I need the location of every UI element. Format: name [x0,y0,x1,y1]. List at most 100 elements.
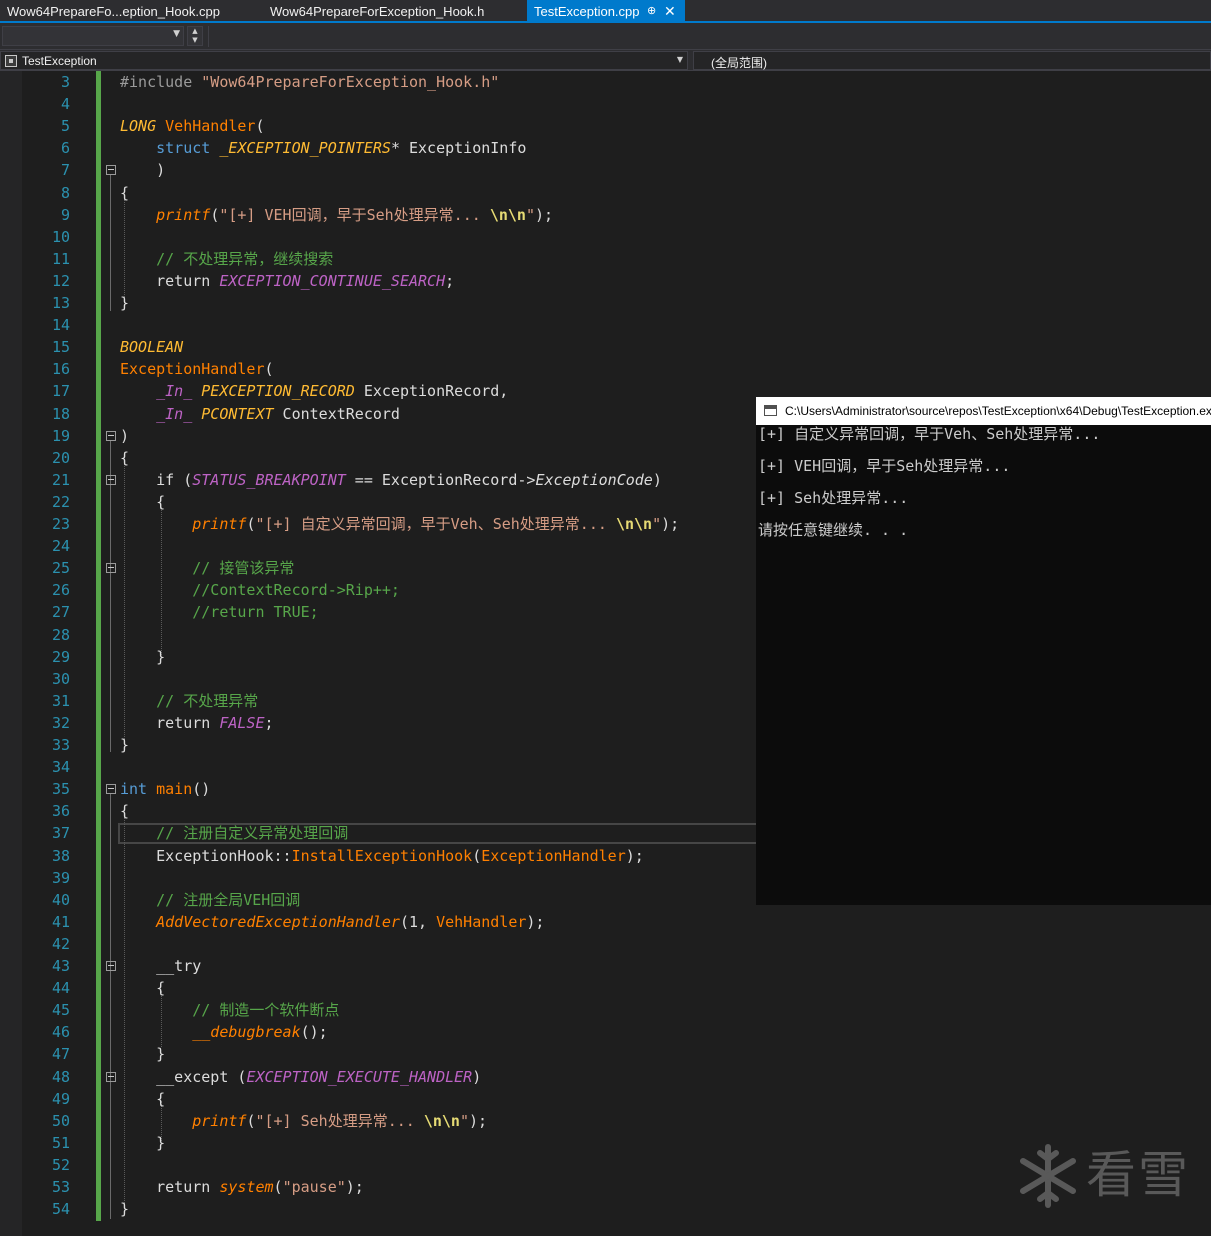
code-line[interactable]: 30 [0,668,760,690]
code-line[interactable]: 35 int main() [0,778,760,800]
code-token: AddVectoredExceptionHandler [156,912,400,931]
code-line[interactable]: 4 [0,93,760,115]
code-line[interactable]: 34 [0,756,760,778]
collapse-icon[interactable] [106,961,116,971]
line-number: 32 [51,713,70,732]
collapse-icon[interactable] [106,474,116,485]
chevron-up-icon: ▲ [192,27,198,35]
code-line[interactable]: 24 [0,535,760,557]
code-line[interactable]: 33} [0,734,760,756]
collapse-icon[interactable] [106,165,116,176]
code-line[interactable]: 12 return EXCEPTION_CONTINUE_SEARCH; [0,270,760,292]
code-line[interactable]: 17 _In_ PEXCEPTION_RECORD ExceptionRecor… [0,380,760,402]
code-line[interactable]: 41 AddVectoredExceptionHandler(1, VehHan… [0,911,760,933]
code-line[interactable]: 32 return FALSE; [0,712,760,734]
code-text: { [120,1088,165,1110]
code-token: ExceptionHook [156,846,274,865]
code-line[interactable]: 44 { [0,977,760,999]
code-line[interactable]: 51 } [0,1132,760,1154]
code-line[interactable]: 52 [0,1154,760,1176]
code-line[interactable]: 20 { [0,447,760,469]
line-number: 7 [60,161,70,180]
close-icon[interactable]: ✕ [664,0,676,23]
toolbar-dropdown[interactable]: ▼ [2,26,184,46]
code-line[interactable]: 47 } [0,1043,760,1065]
scope-dropdown[interactable]: (全局范围) [693,51,1211,70]
code-line[interactable]: 9 printf("[+] VEH回调，早于Seh处理异常... \n\n"); [0,204,760,226]
code-line[interactable]: 48 __except (EXCEPTION_EXECUTE_HANDLER) [0,1066,760,1088]
code-line[interactable]: 6 struct _EXCEPTION_POINTERS* ExceptionI… [0,137,760,159]
code-line[interactable]: 49 { [0,1088,760,1110]
code-token: system [219,1178,274,1196]
watermark-text: 看雪 [1086,1146,1190,1204]
code-line[interactable]: 11 // 不处理异常，继续搜索 [0,248,760,270]
code-line[interactable]: 45 // 制造一个软件断点 [0,999,760,1021]
line-number: 29 [51,647,70,666]
code-line[interactable]: 50 printf("[+] Seh处理异常... \n\n"); [0,1110,760,1132]
tab-testexception-cpp[interactable]: TestException.cpp ⊕ ✕ [527,0,685,23]
code-token: "[+] 自定义异常回调，早于Veh、Seh处理异常... [255,515,616,533]
console-output-line: [+] 自定义异常回调，早于Veh、Seh处理异常... [758,425,1101,443]
code-line[interactable]: 15 BOOLEAN [0,336,760,358]
code-line[interactable]: 26 //ContextRecord->Rip++; [0,579,760,601]
code-line[interactable]: 28 [0,624,760,646]
code-line[interactable]: 23 printf("[+] 自定义异常回调，早于Veh、Seh处理异常... … [0,513,760,535]
code-line[interactable]: 18 _In_ PCONTEXT ContextRecord [0,403,760,425]
code-line[interactable]: 46 __debugbreak(); [0,1021,760,1043]
code-token: " [525,205,535,224]
code-token: ); [625,846,644,865]
code-line[interactable]: 7 ) [0,159,760,181]
code-line[interactable]: 8{ [0,182,760,204]
console-title-bar[interactable]: C:\Users\Administrator\source\repos\Test… [756,397,1211,425]
code-line[interactable]: 43 __try [0,955,760,977]
console-window[interactable]: C:\Users\Administrator\source\repos\Test… [756,397,1211,905]
code-text: } [120,646,165,668]
tab-hook-h[interactable]: Wow64PrepareForException_Hook.h [263,0,525,23]
line-number: 48 [51,1067,70,1086]
code-line[interactable]: 13} [0,292,760,314]
code-line[interactable]: 14 [0,314,760,336]
code-line[interactable]: 37 // 注册自定义异常处理回调 [0,822,760,844]
code-line[interactable]: 27 //return TRUE; [0,601,760,623]
project-dropdown[interactable]: TestException ▼ [0,51,688,70]
code-line[interactable]: 38 ExceptionHook::InstallExceptionHook(E… [0,845,760,867]
code-line[interactable]: 19) [0,425,760,447]
code-token: ); [526,912,545,931]
code-line[interactable]: 31 // 不处理异常 [0,690,760,712]
code-line[interactable]: 36 { [0,800,760,822]
code-line[interactable]: 42 [0,933,760,955]
code-line[interactable]: 25 // 接管该异常 [0,557,760,579]
collapse-icon[interactable] [106,430,116,441]
line-number: 43 [51,957,70,975]
collapse-icon[interactable] [106,1071,116,1082]
code-line[interactable]: 53 return system("pause"); [0,1176,760,1198]
collapse-icon[interactable] [106,563,116,574]
collapse-icon[interactable] [106,784,116,795]
code-text: } [120,1043,165,1065]
code-line[interactable]: 10 [0,226,760,248]
code-text: ExceptionHandler( [120,358,274,380]
code-line[interactable]: 3 #include "Wow64PrepareForException_Hook… [0,71,760,93]
code-line[interactable]: 39 [0,867,760,889]
code-line[interactable]: 22 { [0,491,760,513]
code-line[interactable]: 5 LONG VehHandler( [0,115,760,137]
line-number: 10 [51,227,70,246]
tab-hook-cpp[interactable]: Wow64PrepareFo...eption_Hook.cpp [0,0,262,23]
pin-icon[interactable]: ⊕ [647,0,656,23]
code-token: __try [156,957,202,975]
code-line[interactable]: 21 if (STATUS_BREAKPOINT == ExceptionRec… [0,469,760,491]
toolbar-spinner[interactable]: ▲ ▼ [187,26,203,46]
code-token: STATUS_BREAKPOINT [192,470,346,489]
code-line[interactable]: 16 ExceptionHandler( [0,358,760,380]
code-line[interactable]: 54} [0,1198,760,1220]
code-text: } [120,292,129,314]
code-line[interactable]: 29 } [0,646,760,668]
code-token: _In_ [156,404,193,423]
line-number: 16 [51,360,70,379]
code-token: { [120,448,130,467]
code-line[interactable]: 40 // 注册全局VEH回调 [0,889,760,911]
